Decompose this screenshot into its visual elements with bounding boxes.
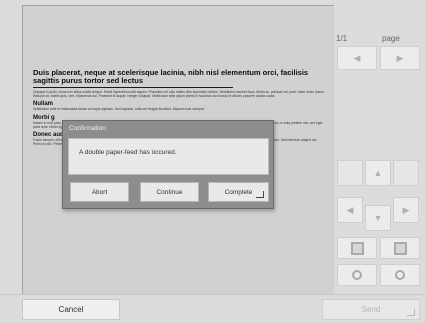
view-single-page-button[interactable] xyxy=(337,237,377,259)
zoom-out-button[interactable] xyxy=(380,264,420,286)
complete-button[interactable]: Complete xyxy=(208,182,269,202)
cancel-button[interactable]: Cancel xyxy=(22,299,120,320)
abort-button[interactable]: Abort xyxy=(70,182,129,202)
single-page-icon xyxy=(350,241,364,255)
double-page-icon xyxy=(393,241,407,255)
zoom-in-button[interactable] xyxy=(337,264,377,286)
continue-button[interactable]: Continue xyxy=(140,182,199,202)
arrow-up-icon: ▲ xyxy=(373,168,383,178)
scroll-up-button[interactable]: ▲ xyxy=(365,160,391,186)
continue-button-label: Continue xyxy=(156,188,183,196)
view-double-page-button[interactable] xyxy=(380,237,420,259)
next-page-button[interactable]: ▶ xyxy=(380,46,420,70)
abort-button-label: Abort xyxy=(91,188,108,196)
control-panel: 1/1 page ◀ ▶ ▲ ◀ ▼ ▶ xyxy=(334,0,425,294)
scroll-left-button[interactable]: ◀ xyxy=(337,197,363,223)
cancel-button-label: Cancel xyxy=(58,305,84,314)
dialog-message: A double paper-feed has occured. xyxy=(79,149,177,156)
prev-page-button[interactable]: ◀ xyxy=(337,46,377,70)
arrow-left-icon: ◀ xyxy=(346,204,354,215)
confirmation-dialog: Confirmation A double paper-feed has occ… xyxy=(62,120,274,209)
pan-blank-top-right xyxy=(393,160,419,186)
magnifier-icon xyxy=(395,270,405,280)
scroll-right-button[interactable]: ▶ xyxy=(393,197,419,223)
send-button[interactable]: Send xyxy=(322,299,420,320)
pan-blank-top-left xyxy=(337,160,363,186)
corner-arrow-icon xyxy=(256,191,264,198)
corner-arrow-icon xyxy=(407,309,415,316)
magnifier-icon xyxy=(352,270,362,280)
scroll-down-button[interactable]: ▼ xyxy=(365,205,391,231)
dialog-title: Confirmation xyxy=(69,125,106,132)
dialog-message-box: A double paper-feed has occured. xyxy=(68,138,269,175)
send-button-label: Send xyxy=(361,305,381,314)
chevron-left-icon: ◀ xyxy=(353,52,361,63)
chevron-right-icon: ▶ xyxy=(396,52,404,63)
complete-button-label: Complete xyxy=(224,188,253,196)
page-label: page xyxy=(382,34,400,43)
arrow-right-icon: ▶ xyxy=(402,204,410,215)
page-indicator: 1/1 xyxy=(336,34,348,43)
arrow-down-icon: ▼ xyxy=(373,213,383,223)
